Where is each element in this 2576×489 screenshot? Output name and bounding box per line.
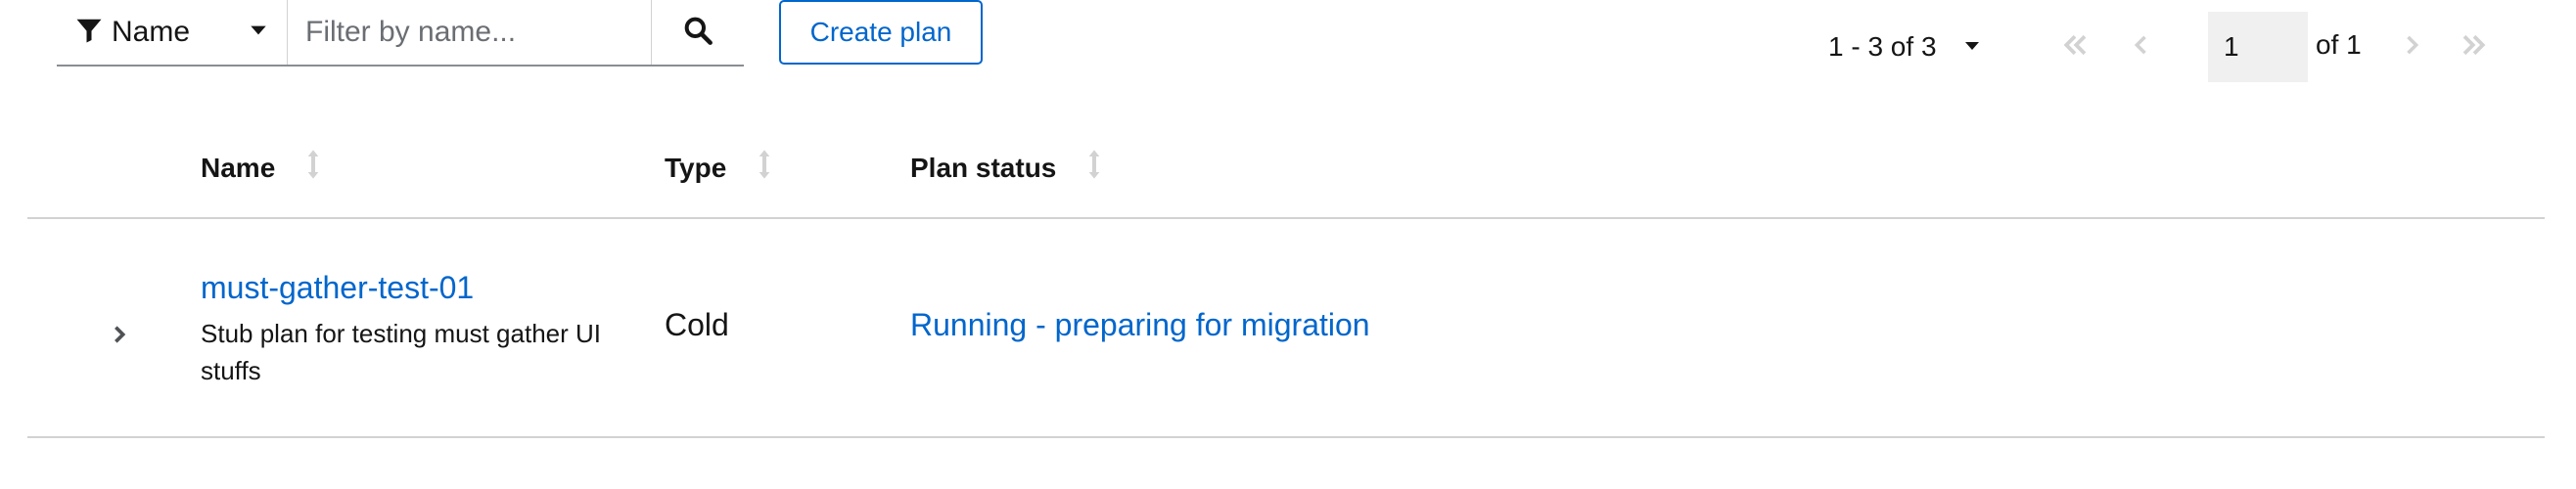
pagination-range-label: 1 - 3 of 3 — [1828, 31, 1937, 62]
plan-status-link[interactable]: Running - preparing for migration — [910, 307, 1370, 343]
first-page-button[interactable] — [2055, 23, 2094, 70]
search-button[interactable] — [652, 0, 744, 65]
column-header-plan-status[interactable]: Plan status — [910, 149, 1103, 187]
last-page-button[interactable] — [2455, 23, 2494, 70]
angle-double-left-icon — [2060, 30, 2090, 65]
header-divider — [27, 217, 2545, 219]
filter-icon — [74, 16, 104, 50]
plan-description: Stub plan for testing must gather UI stu… — [201, 319, 601, 385]
column-header-label: Type — [665, 152, 727, 183]
column-header-type[interactable]: Type — [665, 149, 773, 187]
pagination-per-page-toggle[interactable]: 1 - 3 of 3 — [1828, 23, 1982, 70]
row-divider — [27, 436, 2545, 438]
filter-attribute-select[interactable]: Name — [57, 0, 288, 65]
angle-right-icon — [109, 323, 130, 351]
total-pages-label: of 1 — [2316, 29, 2362, 60]
search-icon — [682, 15, 713, 51]
caret-down-icon — [1962, 31, 1982, 63]
plan-name-link[interactable]: must-gather-test-01 — [201, 270, 474, 306]
plan-type: Cold — [665, 307, 729, 342]
sort-icon — [1085, 149, 1103, 187]
sort-icon — [756, 149, 773, 187]
angle-double-right-icon — [2460, 30, 2489, 65]
filter-name-input[interactable] — [288, 0, 652, 65]
angle-left-icon — [2128, 31, 2155, 64]
current-page-input[interactable] — [2208, 12, 2308, 82]
filter-group: Name — [57, 0, 744, 67]
angle-right-icon — [2398, 31, 2425, 64]
filter-attribute-label: Name — [112, 16, 191, 48]
next-page-button[interactable] — [2392, 23, 2431, 70]
create-plan-button[interactable]: Create plan — [779, 0, 983, 65]
plans-page: Name Create plan 1 - 3 of 3 of 1 — [0, 0, 2576, 489]
sort-icon — [304, 149, 322, 187]
previous-page-button[interactable] — [2122, 23, 2161, 70]
row-expand-toggle[interactable] — [102, 319, 137, 354]
column-header-label: Name — [201, 152, 276, 183]
column-header-label: Plan status — [910, 152, 1057, 183]
caret-down-icon — [248, 20, 269, 46]
column-header-name[interactable]: Name — [201, 149, 322, 187]
